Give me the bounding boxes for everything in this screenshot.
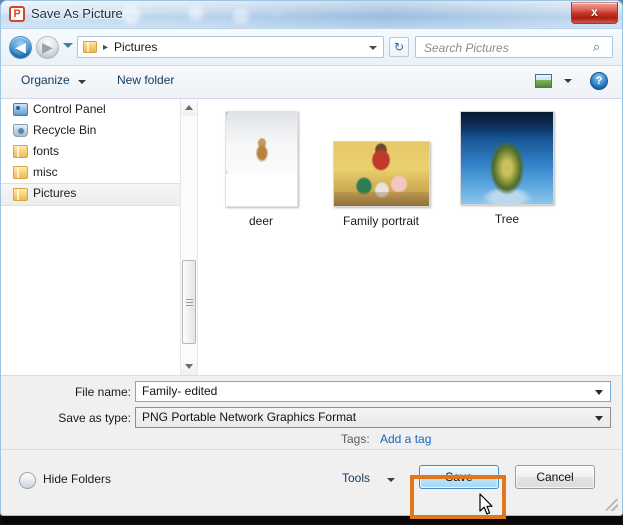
forward-button[interactable]: ▶ xyxy=(36,36,59,59)
chevron-down-icon xyxy=(185,364,193,369)
save-button[interactable]: Save xyxy=(419,465,499,489)
hide-folders-label: Hide Folders xyxy=(43,472,112,486)
dialog-footer: Hide Folders Tools Save Cancel xyxy=(1,449,622,514)
sidebar-item-control-panel[interactable]: Control Panel xyxy=(1,99,197,120)
save-as-type-value: PNG Portable Network Graphics Format xyxy=(142,410,357,424)
save-as-type-chevron-down-icon[interactable] xyxy=(595,416,603,421)
file-name-input[interactable]: Family- edited xyxy=(135,381,611,402)
tools-button[interactable]: Tools xyxy=(342,471,370,485)
scroll-down-button[interactable] xyxy=(181,358,197,375)
resize-grip[interactable] xyxy=(606,499,618,511)
back-button[interactable]: ◀ xyxy=(9,36,32,59)
sidebar-item-label: Pictures xyxy=(33,186,77,200)
add-a-tag-link[interactable]: Add a tag xyxy=(380,432,431,446)
recycle-bin-icon xyxy=(13,124,28,137)
cancel-button[interactable]: Cancel xyxy=(515,465,595,489)
folder-icon xyxy=(13,188,28,201)
refresh-button[interactable]: ↻ xyxy=(389,37,409,57)
folder-icon xyxy=(83,41,97,53)
sidebar-item-fonts[interactable]: fonts xyxy=(1,141,197,162)
chevron-up-icon xyxy=(185,105,193,110)
navigation-bar: ◀ ▶ ▸ Pictures ↻ Search Pictures ⌕ xyxy=(1,29,622,66)
navigation-pane: Control Panel Recycle Bin fonts misc Pic… xyxy=(1,99,198,375)
thumbnail-deer xyxy=(224,111,298,207)
navigation-pane-scrollbar[interactable] xyxy=(180,99,197,375)
thumbnail-family-portrait xyxy=(332,141,430,207)
command-toolbar: Organize New folder ? xyxy=(1,66,622,99)
organize-button[interactable]: Organize xyxy=(21,73,70,87)
breadcrumb-pictures[interactable]: Pictures xyxy=(114,40,157,54)
control-panel-icon xyxy=(13,103,28,116)
hide-folders-button[interactable]: Hide Folders xyxy=(19,472,112,489)
thumbnail-tree xyxy=(460,111,554,205)
file-label: Tree xyxy=(494,212,520,226)
scrollbar-thumb[interactable] xyxy=(182,260,196,344)
sidebar-item-recycle-bin[interactable]: Recycle Bin xyxy=(1,120,197,141)
folder-icon xyxy=(13,145,28,158)
search-icon: ⌕ xyxy=(593,40,601,55)
sidebar-item-misc[interactable]: misc xyxy=(1,162,197,183)
file-item-family-portrait[interactable]: Family portrait xyxy=(325,141,437,228)
save-as-type-select[interactable]: PNG Portable Network Graphics Format xyxy=(135,407,611,428)
tree-photo xyxy=(461,112,553,204)
change-view-icon[interactable] xyxy=(535,74,552,88)
file-label: deer xyxy=(248,214,274,228)
title-bar: P Save As Picture x xyxy=(1,1,622,29)
file-name-chevron-down-icon[interactable] xyxy=(595,390,603,395)
address-chevron-down-icon[interactable] xyxy=(369,46,377,50)
help-icon[interactable]: ? xyxy=(590,72,608,90)
file-item-deer[interactable]: deer xyxy=(211,111,311,228)
window-title: Save As Picture xyxy=(31,6,123,21)
save-as-picture-dialog: P Save As Picture x ◀ ▶ ▸ Pictures ↻ Sea… xyxy=(0,0,623,516)
file-list-pane[interactable]: deer Family portrait Tree xyxy=(198,99,622,375)
recent-locations-chevron-down-icon[interactable] xyxy=(63,43,73,48)
breadcrumb-separator-icon: ▸ xyxy=(103,42,109,53)
form-area: File name: Family- edited Save as type: … xyxy=(1,375,622,449)
file-name-label: File name: xyxy=(74,385,131,399)
tools-chevron-down-icon[interactable] xyxy=(387,478,395,482)
organize-chevron-down-icon[interactable] xyxy=(78,80,86,84)
back-arrow-icon: ◀ xyxy=(15,40,26,56)
search-input[interactable]: Search Pictures ⌕ xyxy=(415,36,613,58)
view-chevron-down-icon[interactable] xyxy=(564,79,572,83)
family-portrait-photo xyxy=(333,142,429,206)
file-name-value: Family- edited xyxy=(142,384,218,398)
dialog-content: Control Panel Recycle Bin fonts misc Pic… xyxy=(1,99,622,375)
save-as-type-label: Save as type: xyxy=(58,411,131,425)
sidebar-item-label: fonts xyxy=(33,144,60,158)
sidebar-item-label: Recycle Bin xyxy=(33,123,97,137)
new-folder-button[interactable]: New folder xyxy=(117,73,174,87)
powerpoint-app-icon: P xyxy=(9,6,25,22)
file-item-tree[interactable]: Tree xyxy=(452,111,562,226)
sidebar-item-label: Control Panel xyxy=(33,102,106,116)
chevron-up-icon xyxy=(19,472,36,489)
tags-label: Tags: xyxy=(341,432,370,446)
address-bar[interactable]: ▸ Pictures xyxy=(77,36,384,58)
forward-arrow-icon: ▶ xyxy=(42,40,53,56)
folder-icon xyxy=(13,166,28,179)
scroll-up-button[interactable] xyxy=(181,99,197,116)
close-button[interactable]: x xyxy=(571,2,618,24)
file-label: Family portrait xyxy=(342,214,419,228)
deer-photo xyxy=(225,112,297,174)
sidebar-item-pictures[interactable]: Pictures xyxy=(1,183,197,206)
sidebar-item-label: misc xyxy=(33,165,58,179)
search-placeholder: Search Pictures xyxy=(424,41,509,55)
